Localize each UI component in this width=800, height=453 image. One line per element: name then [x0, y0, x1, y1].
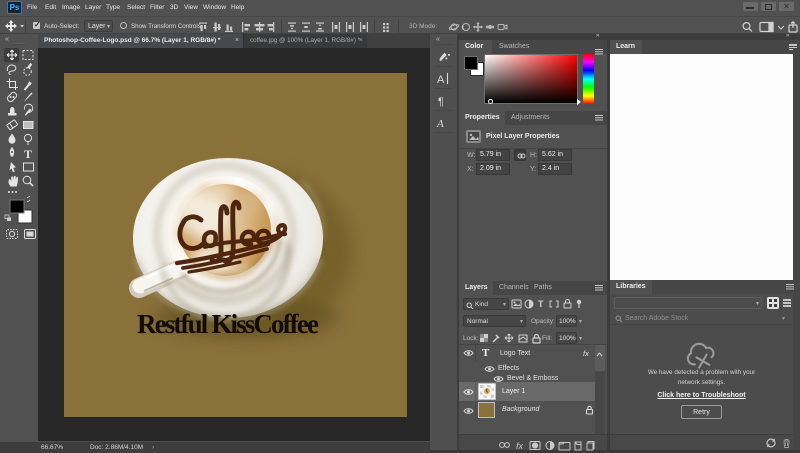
svg-text:A: A	[437, 74, 445, 86]
svg-text:fx: fx	[516, 441, 524, 451]
svg-text:¶: ¶	[438, 96, 444, 108]
svg-text:A: A	[436, 118, 444, 130]
svg-text:T: T	[538, 299, 544, 309]
svg-text:Restful KissCoffee: Restful KissCoffee	[137, 309, 319, 339]
svg-text:T: T	[24, 147, 32, 161]
